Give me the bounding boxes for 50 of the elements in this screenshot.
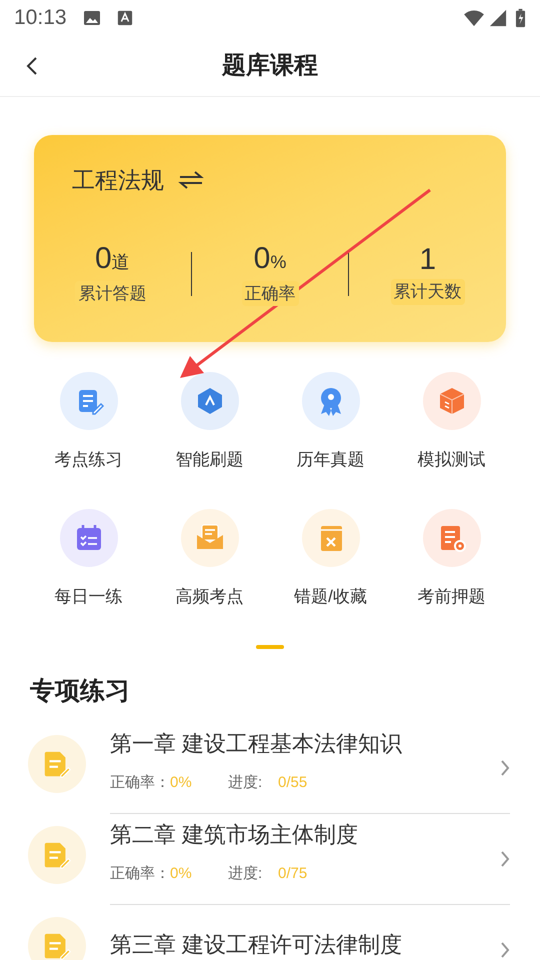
feature-button[interactable]: 历年真题	[270, 372, 391, 472]
battery-icon	[515, 8, 526, 28]
progress-label: 进度:	[228, 864, 264, 884]
page-title: 题库课程	[222, 51, 318, 81]
accuracy-label: 正确率：	[110, 773, 170, 794]
progress-value: 0/75	[278, 864, 308, 884]
feature-button[interactable]: 模拟测试	[391, 372, 512, 472]
stat-value: 0%	[254, 242, 286, 276]
stat-value: 0道	[94, 242, 130, 276]
feature-label: 模拟测试	[418, 449, 486, 471]
chapter-item[interactable]: 第一章 建设工程基本法律知识 正确率：0% 进度: 0/55	[0, 722, 540, 814]
progress-label: 进度:	[228, 773, 264, 794]
stat-label: 累计答题	[75, 280, 150, 306]
chapter-item[interactable]: 第二章 建筑市场主体制度 正确率：0% 进度: 0/75	[0, 814, 540, 904]
accuracy-label: 正确率：	[110, 864, 170, 884]
feature-label: 每日一练	[54, 586, 122, 608]
chapter-title: 第三章 建设工程许可法律制度	[110, 930, 404, 958]
chapter-title: 第二章 建筑市场主体制度	[110, 821, 360, 850]
chapter-title: 第一章 建设工程基本法律知识	[110, 730, 404, 758]
feature-label: 考前押题	[418, 586, 486, 608]
subject-name: 工程法规	[72, 166, 164, 195]
stat-label: 正确率	[242, 280, 298, 306]
feature-button[interactable]: 智能刷题	[149, 372, 270, 472]
feature-button[interactable]: 高频考点	[149, 508, 270, 609]
feature-label: 历年真题	[296, 449, 364, 471]
signal-icon	[489, 9, 507, 27]
feature-label: 错题/收藏	[294, 586, 367, 608]
feature-label: 考点练习	[54, 449, 122, 471]
chapter-item[interactable]: 第三章 建设工程许可法律制度	[0, 904, 540, 960]
feature-button[interactable]: 错题/收藏	[270, 508, 391, 609]
status-time: 10:13	[14, 5, 67, 32]
switch-icon[interactable]	[178, 170, 204, 190]
stat-label: 累计天数	[390, 279, 465, 304]
accuracy-value: 0%	[170, 864, 193, 884]
back-icon	[26, 56, 38, 76]
wifi-icon	[463, 9, 485, 27]
section-title: 专项练习	[30, 676, 131, 707]
chevron-right-icon	[500, 940, 510, 958]
accuracy-value: 0%	[170, 773, 193, 794]
stat-value: 1	[419, 243, 436, 277]
progress-value: 0/55	[278, 773, 308, 794]
feature-button[interactable]: 考点练习	[28, 372, 149, 472]
keyboard-icon	[116, 10, 133, 26]
chevron-right-icon	[500, 758, 510, 776]
feature-button[interactable]: 考前押题	[391, 508, 512, 609]
chevron-right-icon	[500, 850, 510, 868]
feature-button[interactable]: 每日一练	[28, 508, 149, 609]
feature-label: 智能刷题	[176, 449, 244, 471]
feature-label: 高频考点	[176, 586, 244, 608]
image-icon	[82, 9, 101, 27]
